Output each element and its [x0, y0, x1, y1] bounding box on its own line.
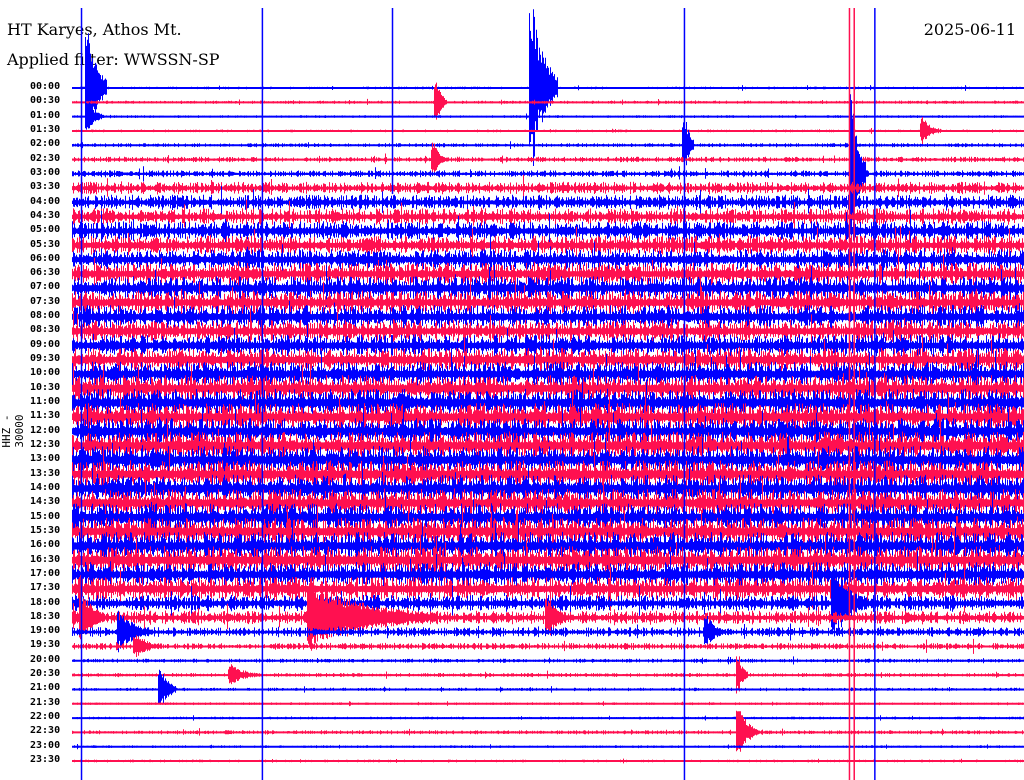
- helicorder-plot: [72, 8, 1024, 780]
- trace-row-0300: [72, 94, 1024, 232]
